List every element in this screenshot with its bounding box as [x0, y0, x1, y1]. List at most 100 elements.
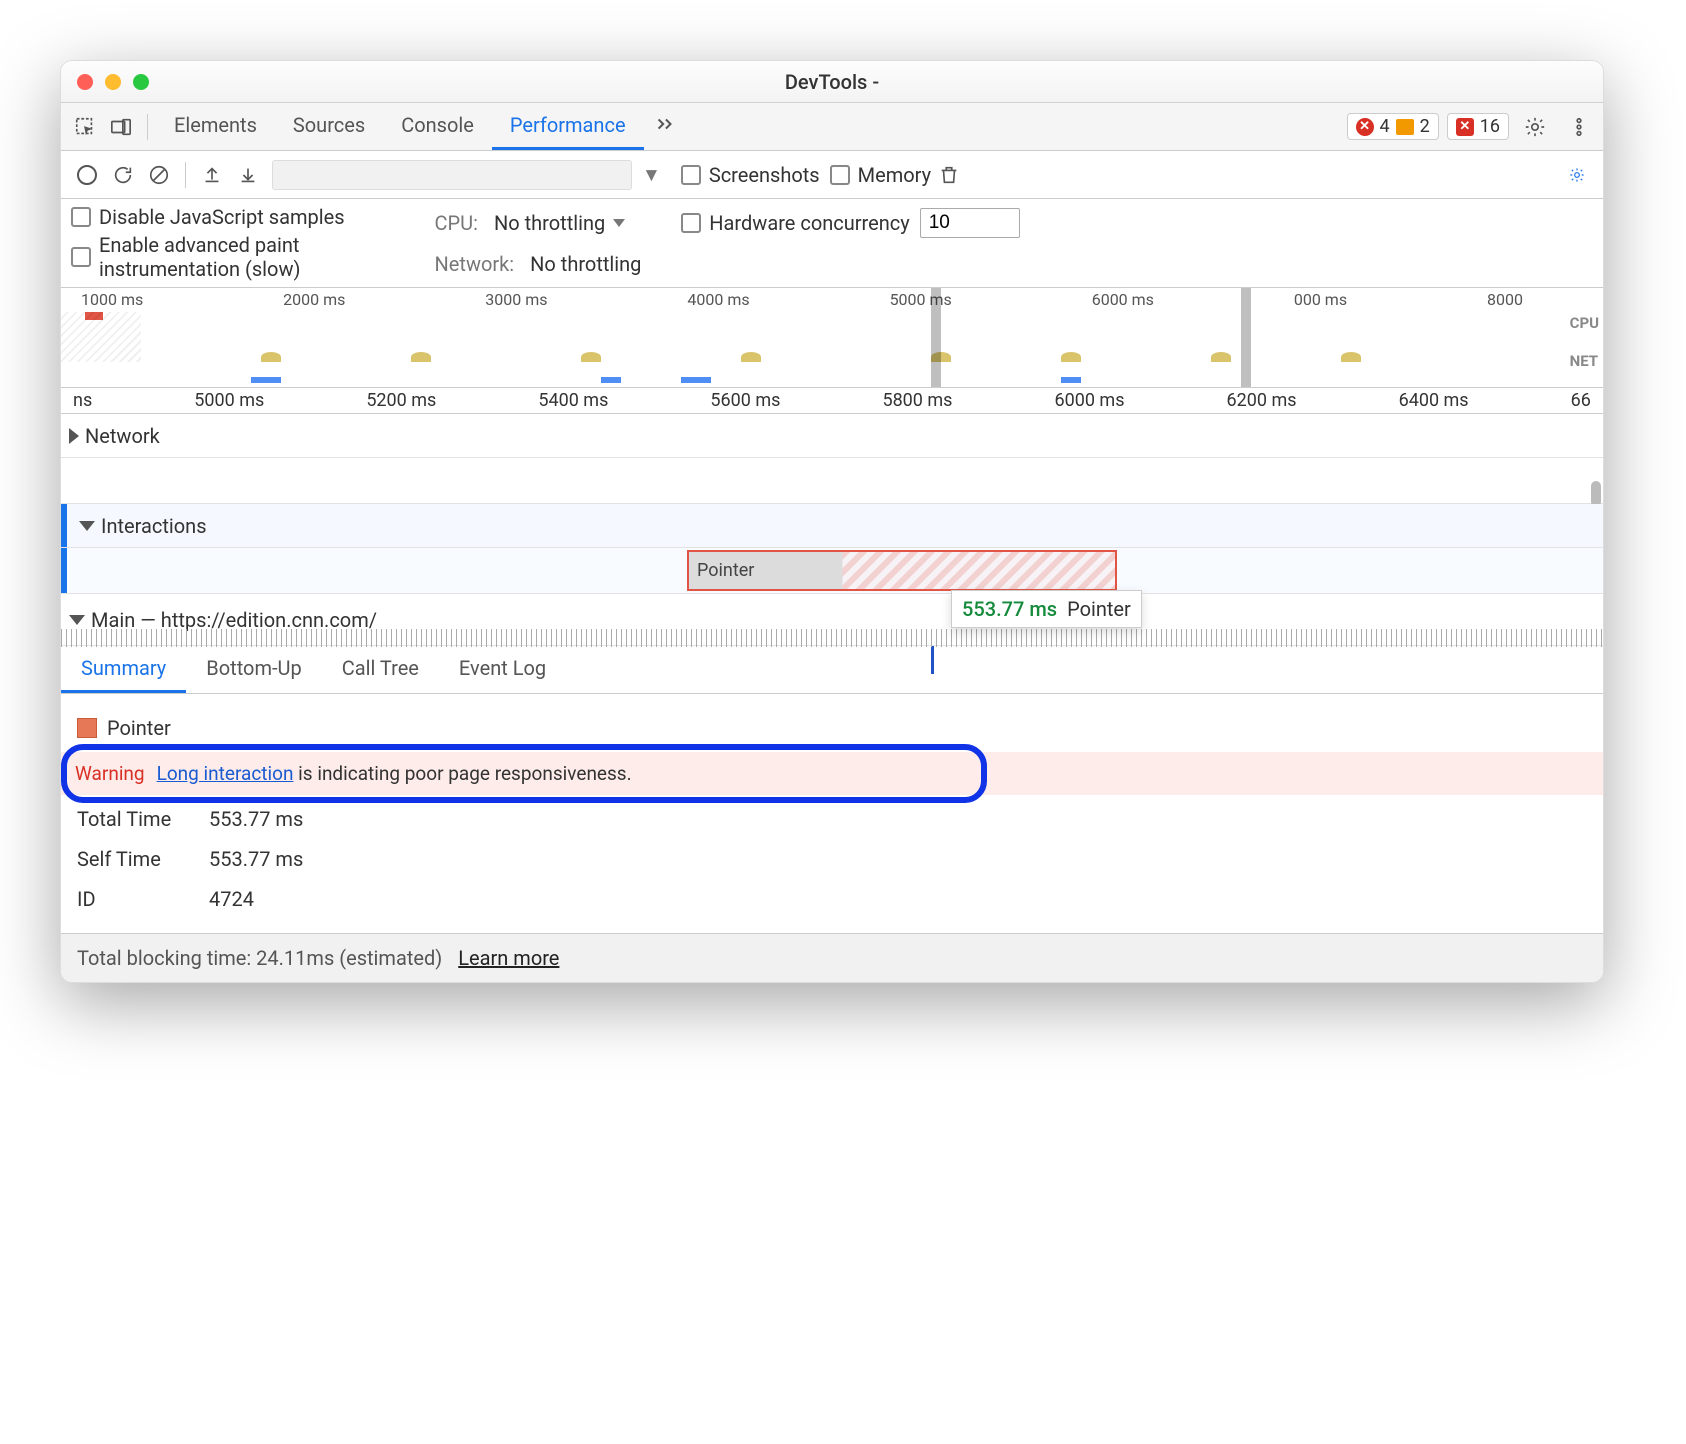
warning-icon	[1396, 119, 1414, 135]
more-tabs-icon[interactable]	[644, 113, 686, 140]
tab-eventlog[interactable]: Event Log	[439, 646, 566, 693]
tab-elements[interactable]: Elements	[156, 103, 275, 150]
scrollbar-thumb[interactable]	[1591, 481, 1601, 507]
cpu-label: CPU:	[435, 211, 478, 235]
tick: 6000 ms	[1092, 290, 1154, 309]
track-highlight	[61, 548, 67, 593]
track-spacer	[61, 458, 1603, 504]
id-key: ID	[77, 887, 197, 911]
interaction-block-label: Pointer	[697, 560, 754, 581]
network-throttle-value: No throttling	[530, 252, 641, 276]
footer: Total blocking time: 24.11ms (estimated)…	[61, 933, 1603, 982]
tick: 5000 ms	[194, 390, 264, 411]
hw-concurrency-label: Hardware concurrency	[709, 211, 909, 235]
cpu-throttle-value: No throttling	[494, 211, 605, 235]
inspect-element-icon[interactable]	[67, 109, 103, 145]
tab-performance[interactable]: Performance	[492, 103, 644, 150]
capture-settings-icon[interactable]	[1559, 157, 1595, 193]
download-icon[interactable]	[230, 157, 266, 193]
chevron-down-icon	[613, 219, 625, 227]
console-errors-badge[interactable]: ✕ 4 2	[1347, 113, 1439, 140]
gc-button[interactable]	[931, 157, 967, 193]
reload-record-button[interactable]	[105, 157, 141, 193]
tick: 5400 ms	[538, 390, 608, 411]
tick: 4000 ms	[687, 290, 749, 309]
main-url: https://edition.cnn.com/	[161, 608, 377, 632]
warning-label: Warning	[75, 762, 145, 785]
tab-bottomup[interactable]: Bottom-Up	[186, 646, 321, 693]
warning-row: Warning Long interaction is indicating p…	[61, 752, 1603, 795]
hw-concurrency-checkbox[interactable]: Hardware concurrency	[681, 211, 909, 235]
self-time-key: Self Time	[77, 847, 197, 871]
track-main[interactable]: Main — https://edition.cnn.com/	[61, 594, 1603, 646]
range-handle-left[interactable]	[931, 288, 941, 387]
recording-select[interactable]	[272, 160, 632, 190]
net-lane	[61, 375, 1543, 383]
track-network[interactable]: Network	[61, 414, 1603, 458]
enable-paint-checkbox[interactable]: Enable advanced paint instrumentation (s…	[71, 233, 345, 281]
learn-more-link[interactable]: Learn more	[458, 946, 559, 970]
memory-checkbox[interactable]: Memory	[830, 163, 931, 187]
warning-count: 2	[1420, 116, 1430, 137]
upload-icon[interactable]	[194, 157, 230, 193]
collapse-icon	[69, 615, 85, 625]
tooltip-name: Pointer	[1067, 597, 1131, 621]
dropdown-arrow-icon: ▼	[632, 163, 671, 187]
event-title-row: Pointer	[77, 708, 1587, 748]
track-label: Network	[85, 424, 160, 448]
screenshots-label: Screenshots	[709, 163, 820, 187]
event-name: Pointer	[107, 716, 171, 740]
cpu-throttle-select[interactable]: No throttling	[488, 209, 631, 237]
issue-icon: ✕	[1456, 118, 1474, 136]
tick: 8000	[1487, 290, 1523, 309]
collapse-icon	[79, 521, 95, 531]
issues-badge[interactable]: ✕ 16	[1447, 113, 1509, 140]
interaction-block[interactable]: Pointer	[687, 550, 1117, 591]
range-handle-right[interactable]	[1241, 288, 1251, 387]
expand-icon	[69, 428, 79, 444]
status-badges: ✕ 4 2 ✕ 16	[1347, 109, 1597, 145]
record-button[interactable]	[69, 157, 105, 193]
enable-paint-label-1: Enable advanced paint	[99, 233, 300, 257]
tick: 5000 ms	[890, 290, 952, 309]
perf-toolbar: ▼ Screenshots Memory	[61, 151, 1603, 199]
error-count: 4	[1380, 116, 1390, 137]
screenshots-checkbox[interactable]: Screenshots	[681, 163, 820, 187]
tick: 5200 ms	[366, 390, 436, 411]
tab-summary[interactable]: Summary	[61, 646, 186, 693]
tab-sources[interactable]: Sources	[275, 103, 383, 150]
total-time-value: 553.77 ms	[209, 807, 303, 831]
detail-tabs: Summary Bottom-Up Call Tree Event Log	[61, 646, 1603, 694]
tab-calltree[interactable]: Call Tree	[322, 646, 439, 693]
long-interaction-link[interactable]: Long interaction	[157, 762, 294, 785]
disable-js-label: Disable JavaScript samples	[99, 205, 345, 229]
main-prefix: Main —	[91, 608, 161, 632]
disable-js-checkbox[interactable]: Disable JavaScript samples	[71, 205, 345, 229]
self-time-row: Self Time 553.77 ms	[77, 839, 1587, 879]
id-value: 4724	[209, 887, 254, 911]
tbt-text: Total blocking time: 24.11ms (estimated)	[77, 946, 442, 970]
interaction-lane: Pointer	[61, 548, 1603, 594]
capture-settings: Disable JavaScript samples Enable advanc…	[61, 199, 1603, 288]
enable-paint-label-2: instrumentation (slow)	[99, 257, 300, 281]
network-throttle-select[interactable]: No throttling	[524, 250, 647, 278]
tick: ns	[73, 390, 92, 411]
timeline-ruler[interactable]: ns 5000 ms 5200 ms 5400 ms 5600 ms 5800 …	[61, 388, 1603, 414]
tab-console[interactable]: Console	[383, 103, 492, 150]
clear-button[interactable]	[141, 157, 177, 193]
hw-concurrency-input[interactable]	[920, 208, 1020, 238]
warning-text: is indicating poor page responsiveness.	[293, 762, 631, 785]
track-interactions[interactable]: Interactions	[61, 504, 1603, 548]
separator	[185, 162, 186, 188]
tick: 6000 ms	[1055, 390, 1125, 411]
window-title: DevTools -	[61, 70, 1603, 94]
overview-minimap[interactable]: 1000 ms 2000 ms 3000 ms 4000 ms 5000 ms …	[61, 288, 1603, 388]
more-menu-icon[interactable]	[1561, 109, 1597, 145]
net-lane-label: NET	[1570, 352, 1599, 370]
issue-count: 16	[1480, 116, 1500, 137]
separator	[147, 114, 148, 140]
device-toolbar-icon[interactable]	[103, 109, 139, 145]
event-color-swatch	[77, 718, 97, 738]
settings-icon[interactable]	[1517, 109, 1553, 145]
total-time-key: Total Time	[77, 807, 197, 831]
